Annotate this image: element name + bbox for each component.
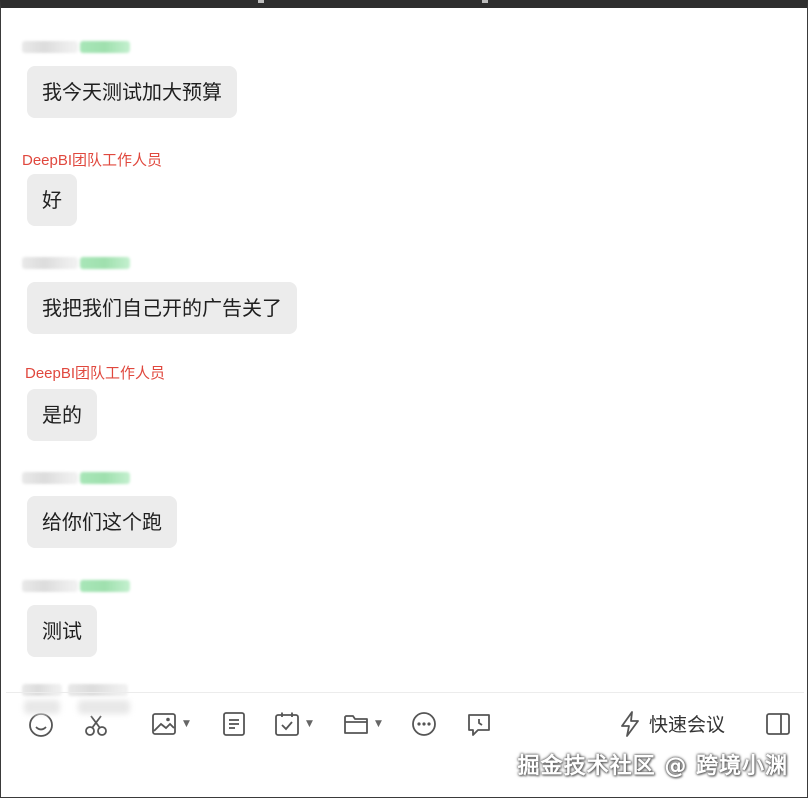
blur-overlay	[24, 700, 60, 714]
folder-button[interactable]: ▼	[343, 711, 382, 737]
screenshot-button[interactable]	[83, 712, 109, 738]
chevron-down-icon[interactable]: ▼	[183, 719, 190, 729]
staff-sender-name: DeepBI团队工作人员	[25, 365, 166, 382]
staff-sender-name: DeepBI团队工作人员	[22, 152, 163, 169]
sender-name-blurred	[22, 579, 130, 593]
sender-name-blurred	[22, 471, 130, 485]
scissors-icon	[85, 715, 107, 736]
image-button[interactable]: ▼	[151, 711, 190, 737]
chevron-down-icon[interactable]: ▼	[375, 719, 382, 729]
task-icon	[275, 712, 299, 736]
emoji-button[interactable]	[28, 712, 54, 738]
sender-name-blurred	[22, 256, 130, 270]
message-bubble[interactable]: 我把我们自己开的广告关了	[27, 282, 297, 334]
image-icon	[152, 713, 176, 735]
schedule-message-icon	[468, 714, 490, 736]
folder-icon	[344, 715, 368, 734]
title-bar-mark	[482, 0, 488, 3]
message-bubble[interactable]: 测试	[27, 605, 97, 657]
sender-name-blurred	[22, 683, 128, 697]
message-bubble[interactable]: 我今天测试加大预算	[27, 66, 237, 118]
document-icon	[223, 712, 245, 736]
document-button[interactable]	[221, 711, 247, 737]
watermark: 掘金技术社区 @ 跨境小渊	[517, 754, 788, 779]
side-panel-icon	[766, 713, 790, 735]
title-bar-mark	[258, 0, 264, 3]
quick-meeting-button[interactable]: 快速会议	[619, 710, 725, 737]
task-button[interactable]: ▼	[274, 711, 313, 737]
side-panel-button[interactable]	[765, 712, 791, 736]
sender-name-blurred	[22, 40, 130, 54]
message-bubble[interactable]: 是的	[27, 389, 97, 441]
chevron-down-icon[interactable]: ▼	[306, 719, 313, 729]
toolbar-divider	[6, 692, 804, 693]
chat-window-frame	[0, 0, 808, 798]
more-button[interactable]	[411, 711, 437, 737]
schedule-message-button[interactable]	[466, 711, 492, 737]
quick-meeting-label: 快速会议	[649, 714, 726, 736]
emoji-icon	[29, 713, 53, 737]
more-icon	[412, 712, 436, 736]
message-bubble[interactable]: 好	[27, 174, 77, 226]
blur-overlay	[78, 700, 130, 714]
lightning-icon	[621, 710, 639, 737]
message-bubble[interactable]: 给你们这个跑	[27, 496, 177, 548]
